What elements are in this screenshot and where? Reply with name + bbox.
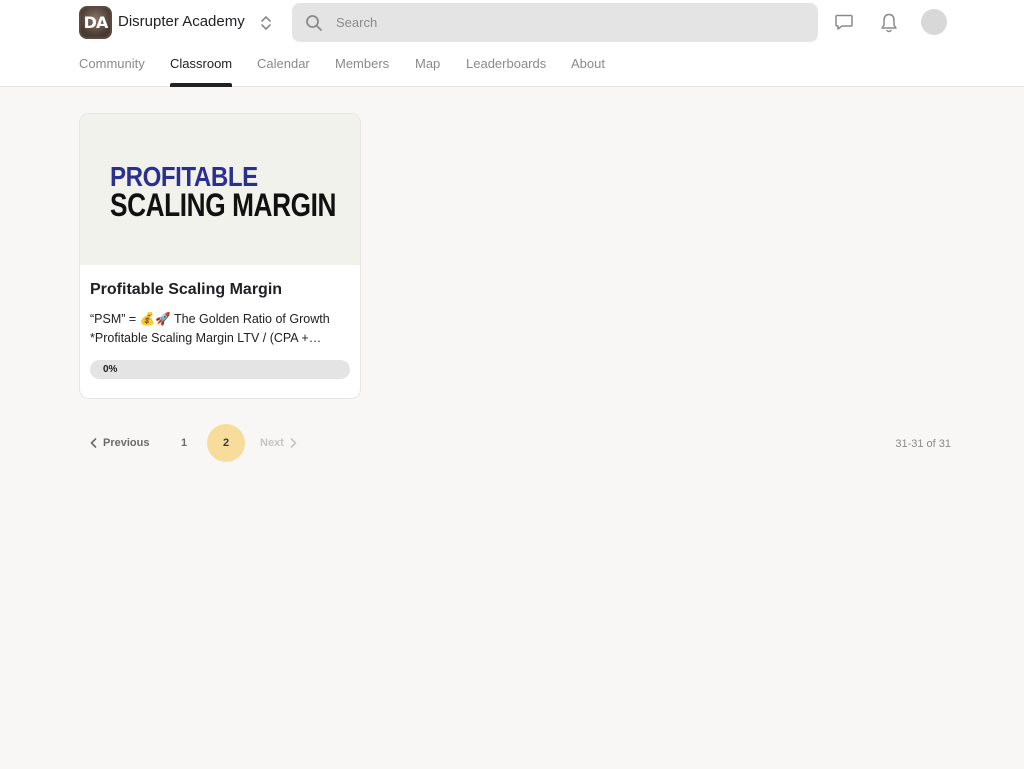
previous-label: Previous <box>103 437 150 449</box>
group-logo[interactable]: DA <box>79 6 112 39</box>
course-description: “PSM” = 💰🚀 The Golden Ratio of Growth *P… <box>90 312 330 345</box>
tab-map[interactable]: Map <box>415 56 440 87</box>
tab-leaderboards[interactable]: Leaderboards <box>466 56 546 87</box>
switch-group-icon[interactable] <box>257 13 275 33</box>
tab-classroom[interactable]: Classroom <box>170 56 233 87</box>
progress-label: 0% <box>103 364 118 375</box>
next-label: Next <box>260 437 284 449</box>
bell-icon[interactable] <box>879 12 899 34</box>
previous-page-button[interactable]: Previous <box>90 437 149 449</box>
next-page-button: Next <box>260 437 297 449</box>
group-name[interactable]: Disrupter Academy <box>118 13 245 30</box>
avatar[interactable] <box>921 9 947 35</box>
tab-about[interactable]: About <box>571 56 605 87</box>
chevron-left-icon <box>90 438 97 448</box>
tab-calendar[interactable]: Calendar <box>257 56 310 87</box>
cover-title-line2: SCALING MARGIN <box>110 187 337 223</box>
tab-members[interactable]: Members <box>335 56 389 87</box>
page-1-button[interactable]: 1 <box>165 424 203 462</box>
course-progress-bar: 0% <box>90 360 350 379</box>
course-card[interactable]: PROFITABLE SCALING MARGIN Profitable Sca… <box>79 113 361 399</box>
search-icon <box>306 15 322 31</box>
chevron-right-icon <box>290 438 297 448</box>
results-range: 31-31 of 31 <box>895 438 951 450</box>
search-bar[interactable] <box>292 3 818 42</box>
group-logo-text: DA <box>81 8 110 37</box>
search-input[interactable] <box>336 3 806 42</box>
tab-community[interactable]: Community <box>79 56 145 87</box>
course-cover-image: PROFITABLE SCALING MARGIN <box>80 114 360 265</box>
chat-icon[interactable] <box>834 12 854 32</box>
top-navigation-bar: DA Disrupter Academy Community Classroom… <box>0 0 1024 87</box>
course-title: Profitable Scaling Margin <box>90 281 283 298</box>
page-2-button[interactable]: 2 <box>207 424 245 462</box>
